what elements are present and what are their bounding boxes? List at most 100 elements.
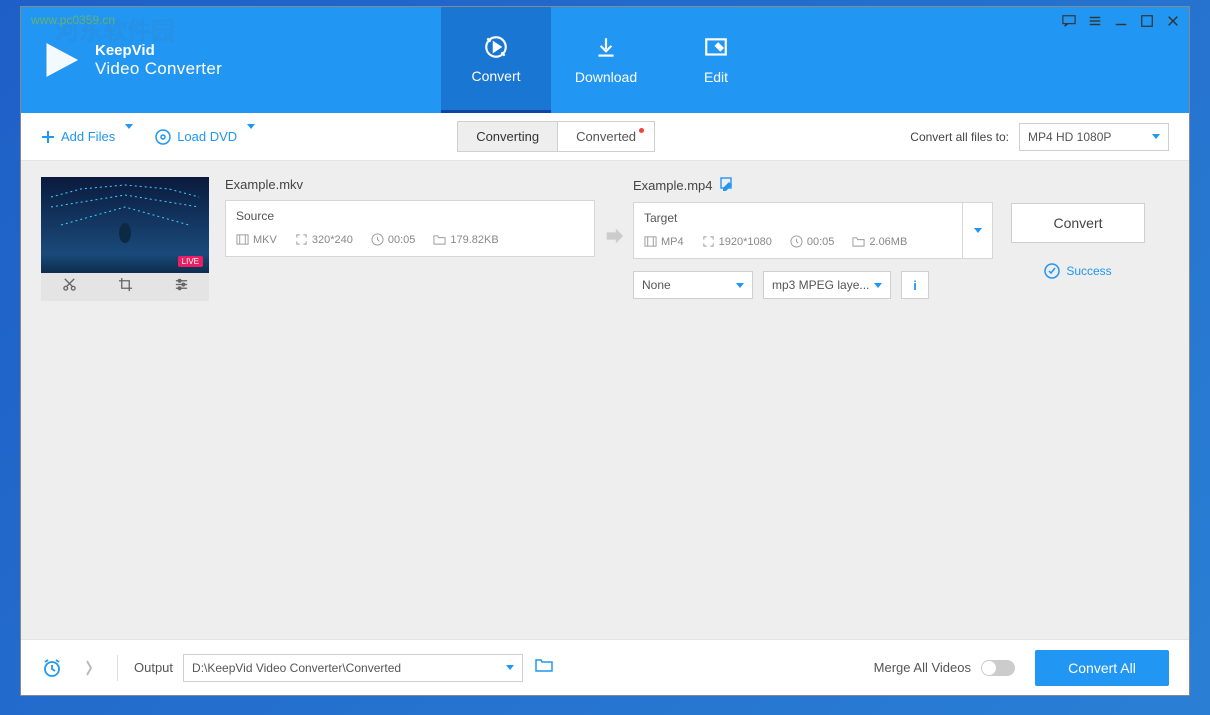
status-success: Success	[1044, 263, 1111, 279]
thumbnail-block: LIVE	[41, 177, 209, 301]
content-area: LIVE Example.mkv Source MKV 320*240 00:0…	[21, 161, 1189, 639]
thumbnail-toolbar	[41, 273, 209, 301]
toggle-converted-label: Converted	[576, 129, 636, 144]
plus-icon	[41, 130, 55, 144]
tab-edit[interactable]: Edit	[661, 7, 771, 113]
logo-area: KeepVid Video Converter	[21, 7, 441, 113]
download-icon	[593, 35, 619, 61]
video-thumbnail[interactable]: LIVE	[41, 177, 209, 273]
output-path-value: D:\KeepVid Video Converter\Converted	[192, 661, 401, 675]
convert-all-button[interactable]: Convert All	[1035, 650, 1169, 686]
arrow-icon	[595, 225, 633, 247]
schedule-icon[interactable]	[41, 657, 63, 679]
film-icon	[236, 233, 249, 246]
window-controls	[1061, 13, 1181, 29]
tab-convert-label: Convert	[471, 68, 520, 84]
source-card: Source MKV 320*240 00:05 179.82KB	[225, 200, 595, 257]
resolution-icon	[295, 233, 308, 246]
menu-icon[interactable]	[1087, 13, 1103, 29]
clock-icon	[790, 235, 803, 248]
convert-icon	[483, 34, 509, 60]
tab-download-label: Download	[575, 69, 637, 85]
brand-name: KeepVid	[95, 42, 222, 59]
add-files-button[interactable]: Add Files	[41, 129, 133, 144]
toolbar: Add Files Load DVD Converting Converted …	[21, 113, 1189, 161]
source-title: Source	[236, 209, 584, 223]
tab-convert[interactable]: Convert	[441, 7, 551, 113]
merge-label: Merge All Videos	[874, 660, 971, 675]
subtitle-value: None	[642, 278, 671, 292]
target-card: Target MP4 1920*1080 00:05 2.06MB	[633, 202, 963, 259]
audio-select[interactable]: mp3 MPEG laye...	[763, 271, 891, 299]
edit-icon	[703, 35, 729, 61]
target-duration: 00:05	[807, 236, 835, 248]
header: 河东软件园 www.pc0359.cn KeepVid Video Conver…	[21, 7, 1189, 113]
settings-icon[interactable]	[174, 277, 189, 297]
source-format: MKV	[253, 234, 277, 246]
live-badge: LIVE	[178, 256, 203, 267]
chevron-down-icon	[974, 228, 982, 233]
rename-icon[interactable]	[720, 177, 734, 194]
chevron-down-icon	[247, 129, 255, 144]
source-column: Example.mkv Source MKV 320*240 00:05 179…	[225, 177, 595, 257]
target-filename: Example.mp4	[633, 178, 712, 193]
target-resolution: 1920*1080	[719, 236, 772, 248]
logo-icon	[39, 38, 83, 82]
trim-icon[interactable]	[62, 277, 77, 297]
folder-icon	[852, 235, 865, 248]
check-circle-icon	[1044, 263, 1060, 279]
close-button[interactable]	[1165, 13, 1181, 29]
audio-value: mp3 MPEG laye...	[772, 278, 869, 292]
chevron-down-icon	[125, 129, 133, 144]
target-size: 2.06MB	[869, 236, 907, 248]
toggle-converted[interactable]: Converted	[558, 121, 655, 152]
merge-toggle[interactable]	[981, 660, 1015, 676]
source-size: 179.82KB	[450, 234, 498, 246]
source-resolution: 320*240	[312, 234, 353, 246]
chevron-down-icon	[506, 665, 514, 670]
clock-icon	[371, 233, 384, 246]
output-path-select[interactable]: D:\KeepVid Video Converter\Converted	[183, 654, 523, 682]
open-folder-icon[interactable]	[535, 657, 553, 678]
speed-icon[interactable]	[79, 657, 101, 679]
notification-dot-icon	[639, 128, 644, 133]
file-item: LIVE Example.mkv Source MKV 320*240 00:0…	[21, 161, 1189, 311]
status-toggle: Converting Converted	[457, 121, 655, 152]
output-format-select[interactable]: MP4 HD 1080P	[1019, 123, 1169, 151]
convert-column: Convert Success	[1011, 177, 1145, 279]
brand-subtitle: Video Converter	[95, 59, 222, 79]
target-title: Target	[644, 211, 952, 225]
subtitle-select[interactable]: None	[633, 271, 753, 299]
divider	[117, 655, 118, 681]
maximize-button[interactable]	[1139, 13, 1155, 29]
source-duration: 00:05	[388, 234, 416, 246]
target-format: MP4	[661, 236, 684, 248]
chevron-down-icon	[736, 283, 744, 288]
output-label: Output	[134, 660, 173, 675]
tab-download[interactable]: Download	[551, 7, 661, 113]
tab-edit-label: Edit	[704, 69, 728, 85]
film-icon	[644, 235, 657, 248]
target-format-dropdown[interactable]	[963, 202, 993, 259]
load-dvd-button[interactable]: Load DVD	[155, 129, 255, 145]
crop-icon[interactable]	[118, 277, 133, 297]
feedback-icon[interactable]	[1061, 13, 1077, 29]
chevron-down-icon	[874, 283, 882, 288]
minimize-button[interactable]	[1113, 13, 1129, 29]
target-column: Example.mp4 Target MP4 1920*1080 00:05 2…	[633, 177, 993, 299]
app-window: 河东软件园 www.pc0359.cn KeepVid Video Conver…	[20, 6, 1190, 696]
convert-all-to-label: Convert all files to:	[910, 130, 1009, 144]
nav-tabs: Convert Download Edit	[441, 7, 771, 113]
output-format-value: MP4 HD 1080P	[1028, 130, 1111, 144]
load-dvd-label: Load DVD	[177, 129, 237, 144]
toggle-converting[interactable]: Converting	[457, 121, 558, 152]
success-label: Success	[1066, 264, 1111, 278]
convert-button[interactable]: Convert	[1011, 203, 1145, 243]
folder-icon	[433, 233, 446, 246]
resolution-icon	[702, 235, 715, 248]
disc-icon	[155, 129, 171, 145]
footer: Output D:\KeepVid Video Converter\Conver…	[21, 639, 1189, 695]
chevron-down-icon	[1152, 134, 1160, 139]
add-files-label: Add Files	[61, 129, 115, 144]
info-button[interactable]: i	[901, 271, 929, 299]
